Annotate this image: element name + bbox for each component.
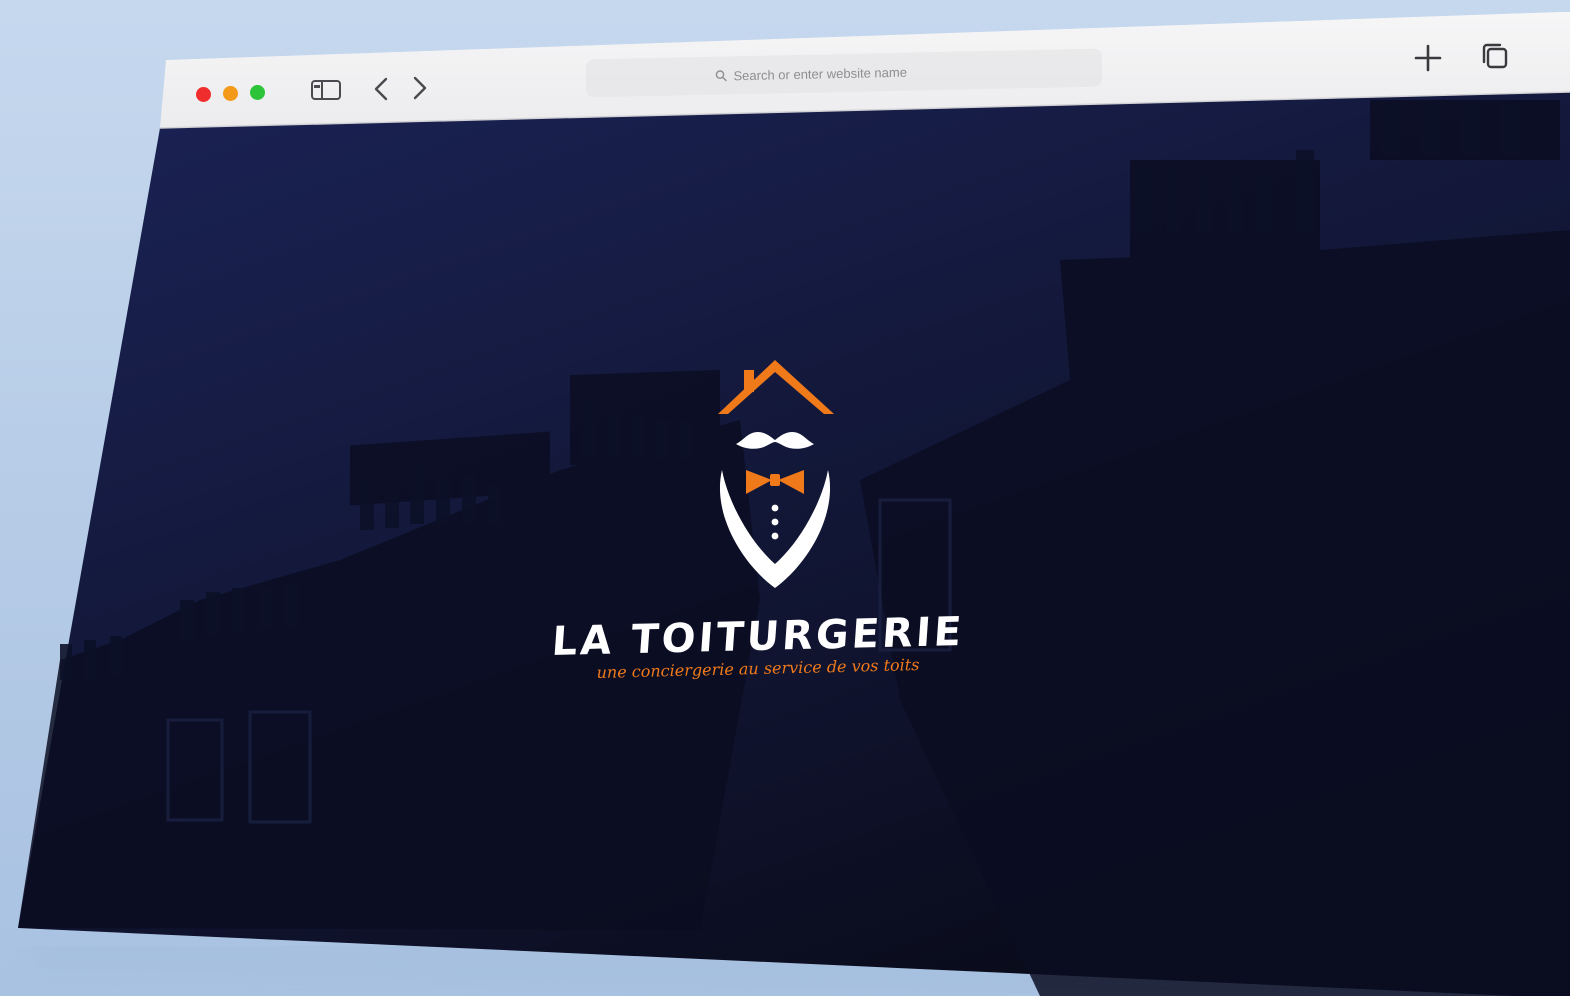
address-input[interactable] bbox=[733, 62, 974, 83]
back-button[interactable] bbox=[368, 72, 394, 106]
chevron-left-icon bbox=[374, 77, 388, 101]
tuxedo-collar-icon bbox=[719, 470, 831, 588]
tab-overview-button[interactable] bbox=[1474, 36, 1514, 76]
search-icon bbox=[715, 70, 727, 82]
shirt-buttons bbox=[771, 504, 779, 540]
roof-icon bbox=[718, 360, 834, 414]
plus-icon bbox=[1414, 44, 1442, 72]
chevron-right-icon bbox=[413, 76, 427, 100]
forward-button[interactable] bbox=[407, 71, 433, 105]
sidebar-toggle-button[interactable] bbox=[309, 78, 343, 102]
close-window-button[interactable] bbox=[196, 87, 211, 102]
new-tab-button[interactable] bbox=[1408, 38, 1448, 78]
tabs-overview-icon bbox=[1482, 43, 1508, 69]
moustache-icon bbox=[736, 432, 814, 449]
brand-logo bbox=[718, 360, 834, 588]
mockup-stage: LA TOITURGERIE une conciergerie au servi… bbox=[0, 0, 1570, 996]
zoom-window-button[interactable] bbox=[250, 85, 265, 100]
minimize-window-button[interactable] bbox=[223, 86, 238, 101]
sidebar-icon bbox=[311, 80, 341, 100]
bow-tie-icon bbox=[746, 470, 804, 494]
